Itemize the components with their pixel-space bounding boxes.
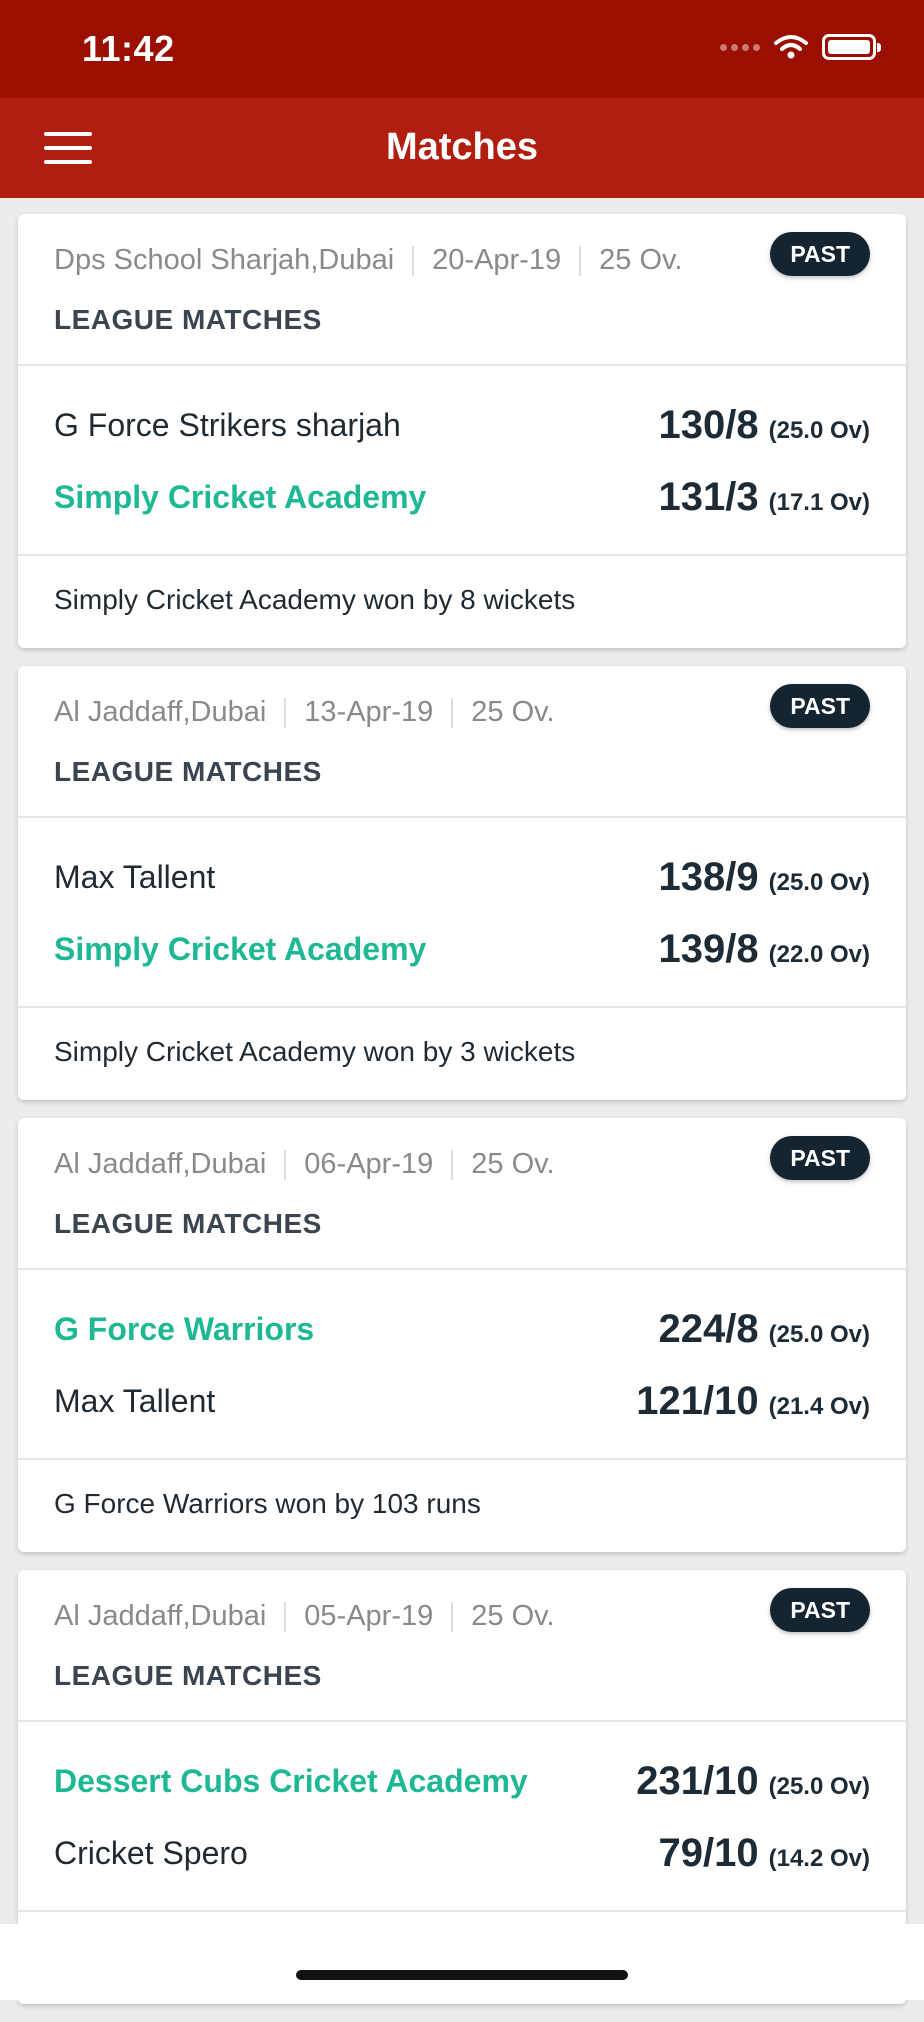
status-bar: 11:42: [0, 0, 924, 98]
match-meta: Al Jaddaff,Dubai 13-Apr-19 25 Ov.: [54, 696, 555, 729]
venue: Al Jaddaff,Dubai: [54, 696, 267, 728]
match-category: LEAGUE MATCHES: [54, 304, 322, 335]
team-name-winner: Dessert Cubs Cricket Academy: [54, 1762, 528, 1799]
team-overs: (25.0 Ov): [768, 1772, 870, 1800]
status-badge: PAST: [770, 232, 870, 276]
match-card[interactable]: Dps School Sharjah,Dubai 20-Apr-19 25 Ov…: [18, 214, 906, 648]
team-row: Dessert Cubs Cricket Academy 231/10 (25.0…: [54, 1756, 870, 1806]
divider: [451, 1601, 454, 1632]
match-card-header: Dps School Sharjah,Dubai 20-Apr-19 25 Ov…: [18, 214, 906, 366]
team-row: Simply Cricket Academy 139/8 (22.0 Ov): [54, 924, 870, 974]
match-card-header: Al Jaddaff,Dubai 13-Apr-19 25 Ov. LEAGUE…: [18, 666, 906, 818]
team-overs: (22.0 Ov): [768, 940, 870, 968]
match-date: 05-Apr-19: [304, 1600, 434, 1632]
team-row: Cricket Spero 79/10 (14.2 Ov): [54, 1828, 870, 1878]
match-list: Dps School Sharjah,Dubai 20-Apr-19 25 Ov…: [18, 214, 906, 2022]
team-name-winner: Simply Cricket Academy: [54, 930, 427, 967]
match-card[interactable]: Al Jaddaff,Dubai 13-Apr-19 25 Ov. LEAGUE…: [18, 666, 906, 1100]
match-card-header: Al Jaddaff,Dubai 05-Apr-19 25 Ov. LEAGUE…: [18, 1570, 906, 1722]
venue: Dps School Sharjah,Dubai: [54, 244, 395, 276]
match-result: Simply Cricket Academy won by 3 wickets: [18, 1008, 906, 1100]
team-overs: (25.0 Ov): [768, 416, 870, 444]
match-meta: Al Jaddaff,Dubai 06-Apr-19 25 Ov.: [54, 1148, 555, 1181]
divider: [284, 1149, 287, 1180]
match-scores: Max Tallent 138/9 (25.0 Ov) Simply Cricke…: [18, 818, 906, 1008]
match-category: LEAGUE MATCHES: [54, 1660, 322, 1691]
match-date: 13-Apr-19: [304, 696, 434, 728]
team-overs: (25.0 Ov): [768, 1320, 870, 1348]
status-badge: PAST: [770, 684, 870, 728]
overs-limit: 25 Ov.: [471, 1148, 555, 1180]
team-score: 130/8: [658, 402, 759, 447]
battery-icon: [822, 34, 881, 60]
team-score: 138/9: [658, 854, 759, 899]
app-header: Matches: [0, 98, 924, 198]
page-title: Matches: [385, 126, 539, 168]
divider: [579, 245, 582, 276]
match-meta: Al Jaddaff,Dubai 05-Apr-19 25 Ov.: [54, 1600, 555, 1633]
match-date: 06-Apr-19: [304, 1148, 434, 1180]
team-name: Max Tallent: [54, 1382, 216, 1419]
team-score: 121/10: [636, 1378, 759, 1423]
team-row: Max Tallent 138/9 (25.0 Ov): [54, 852, 870, 902]
venue: Al Jaddaff,Dubai: [54, 1600, 267, 1632]
match-meta: Dps School Sharjah,Dubai 20-Apr-19 25 Ov…: [54, 244, 682, 277]
divider: [451, 1149, 454, 1180]
cellular-signal-icon: [720, 43, 760, 51]
team-overs: (14.2 Ov): [768, 1844, 870, 1872]
divider: [284, 1601, 287, 1632]
team-score: 79/10: [658, 1830, 759, 1875]
team-overs: (17.1 Ov): [768, 488, 870, 516]
team-name: Cricket Spero: [54, 1834, 248, 1871]
team-row: G Force Warriors 224/8 (25.0 Ov): [54, 1304, 870, 1354]
match-card-header: Al Jaddaff,Dubai 06-Apr-19 25 Ov. LEAGUE…: [18, 1118, 906, 1270]
team-overs: (25.0 Ov): [768, 868, 870, 896]
overs-limit: 25 Ov.: [471, 1600, 555, 1632]
divider: [284, 697, 287, 728]
home-indicator-area: [0, 1924, 924, 2000]
overs-limit: 25 Ov.: [471, 696, 555, 728]
status-badge: PAST: [770, 1136, 870, 1180]
match-result: G Force Warriors won by 103 runs: [18, 1460, 906, 1552]
team-score: 131/3: [658, 474, 759, 519]
divider: [412, 245, 415, 276]
team-overs: (21.4 Ov): [768, 1392, 870, 1420]
match-scores: G Force Strikers sharjah 130/8 (25.0 Ov) …: [18, 366, 906, 556]
venue: Al Jaddaff,Dubai: [54, 1148, 267, 1180]
status-time: 11:42: [82, 28, 175, 69]
team-row: Max Tallent 121/10 (21.4 Ov): [54, 1376, 870, 1426]
match-result: Simply Cricket Academy won by 8 wickets: [18, 556, 906, 648]
team-score: 231/10: [636, 1758, 759, 1803]
match-scores: Dessert Cubs Cricket Academy 231/10 (25.0…: [18, 1722, 906, 1912]
team-name-winner: G Force Warriors: [54, 1310, 315, 1347]
team-score: 139/8: [658, 926, 759, 971]
result-text: Simply Cricket Academy won by 3 wickets: [54, 1036, 576, 1067]
team-score: 224/8: [658, 1306, 759, 1351]
team-name: G Force Strikers sharjah: [54, 406, 401, 443]
result-text: Simply Cricket Academy won by 8 wickets: [54, 584, 576, 615]
overs-limit: 25 Ov.: [599, 244, 683, 276]
wifi-icon: [774, 35, 808, 59]
status-icons: [720, 34, 881, 60]
team-row: Simply Cricket Academy 131/3 (17.1 Ov): [54, 472, 870, 522]
result-text: G Force Warriors won by 103 runs: [54, 1488, 481, 1519]
match-card[interactable]: Al Jaddaff,Dubai 06-Apr-19 25 Ov. LEAGUE…: [18, 1118, 906, 1552]
team-name-winner: Simply Cricket Academy: [54, 478, 427, 515]
match-category: LEAGUE MATCHES: [54, 756, 322, 787]
match-scores: G Force Warriors 224/8 (25.0 Ov) Max Tall…: [18, 1270, 906, 1460]
home-indicator[interactable]: [296, 1970, 628, 1980]
status-badge: PAST: [770, 1588, 870, 1632]
team-name: Max Tallent: [54, 858, 216, 895]
team-row: G Force Strikers sharjah 130/8 (25.0 Ov): [54, 400, 870, 450]
match-category: LEAGUE MATCHES: [54, 1208, 322, 1239]
divider: [451, 697, 454, 728]
match-date: 20-Apr-19: [432, 244, 562, 276]
